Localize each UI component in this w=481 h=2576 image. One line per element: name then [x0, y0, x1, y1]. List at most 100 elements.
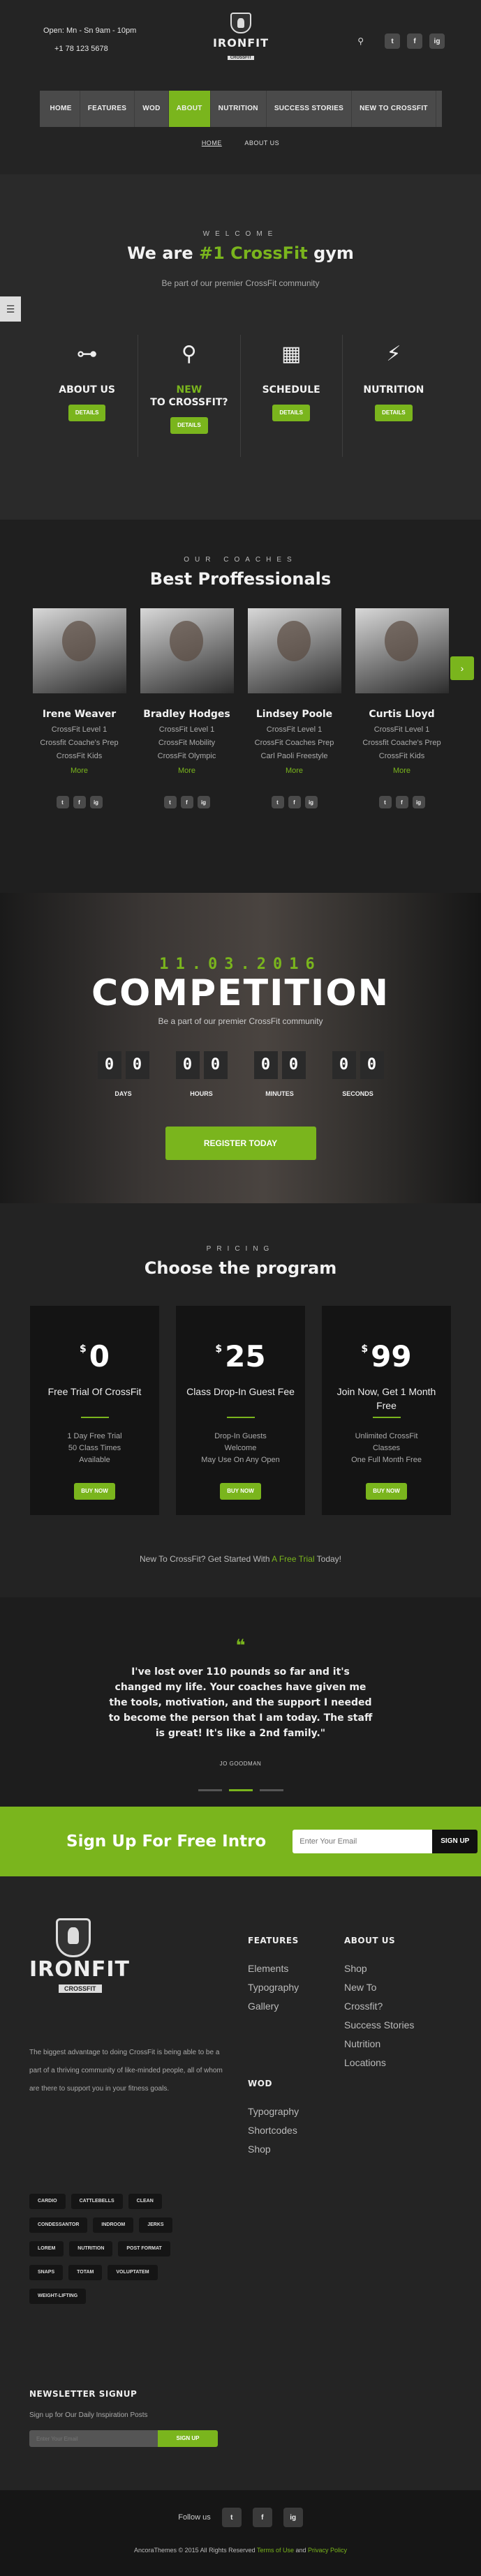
footer-link[interactable]: Elements: [248, 1959, 299, 1978]
footer-logo[interactable]: IRONFIT CROSSFIT: [29, 1918, 141, 1994]
site-logo[interactable]: IRONFIT CROSSFIT: [209, 13, 272, 62]
details-button[interactable]: DETAILS: [272, 405, 310, 421]
footer-link[interactable]: Gallery: [248, 1997, 299, 2016]
search-icon[interactable]: ⚲: [357, 36, 364, 46]
coach-name[interactable]: Curtis Lloyd: [355, 709, 449, 720]
twitter-icon[interactable]: t: [378, 796, 392, 808]
footer-link[interactable]: Locations: [344, 2054, 414, 2072]
coach-more-link[interactable]: More: [140, 767, 234, 775]
register-today-button[interactable]: REGISTER TODAY: [165, 1127, 316, 1160]
tag[interactable]: JERKS: [139, 2217, 172, 2233]
nav-item-home[interactable]: HOME: [43, 91, 80, 127]
twitter-icon[interactable]: t: [221, 2508, 242, 2527]
coach-social: t f ig: [355, 796, 449, 808]
coach-more-link[interactable]: More: [248, 767, 341, 775]
facebook-icon[interactable]: f: [288, 796, 301, 808]
coach-name[interactable]: Bradley Hodges: [140, 709, 234, 720]
instagram-icon[interactable]: ig: [412, 796, 425, 808]
details-button[interactable]: DETAILS: [68, 405, 106, 421]
details-button[interactable]: DETAILS: [170, 417, 208, 434]
buy-now-button[interactable]: BUY NOW: [74, 1483, 115, 1500]
instagram-icon[interactable]: ig: [283, 2508, 303, 2527]
facebook-icon[interactable]: f: [73, 796, 86, 808]
coach-more-link[interactable]: More: [355, 767, 449, 775]
buy-now-button[interactable]: BUY NOW: [366, 1483, 407, 1500]
coach-more-link[interactable]: More: [33, 767, 126, 775]
facebook-icon[interactable]: f: [180, 796, 193, 808]
footer-link[interactable]: Shortcodes: [248, 2121, 299, 2140]
instagram-icon[interactable]: ig: [304, 796, 318, 808]
slider-dot-active[interactable]: [228, 1789, 253, 1791]
countdown-timer: 00 DAYS 00 HOURS 00 MINUTES 00 SECONDS: [0, 1051, 481, 1097]
footer-link[interactable]: Typography: [248, 1978, 299, 1997]
coach-credential: Crossfit Coache's Prep: [40, 739, 119, 747]
menu-icon[interactable]: ☰: [0, 296, 21, 322]
countdown-digit: 0: [360, 1051, 384, 1079]
footer-link[interactable]: Shop: [344, 1959, 414, 1978]
instagram-icon[interactable]: ig: [429, 33, 445, 49]
facebook-icon[interactable]: f: [407, 33, 422, 49]
coach-photo: [32, 608, 126, 693]
coach-name[interactable]: Lindsey Poole: [248, 709, 341, 720]
nav-item-new-to-crossfit[interactable]: NEW TO CROSSFIT: [352, 91, 436, 127]
footer-link[interactable]: Crossfit?: [344, 1997, 414, 2016]
tag[interactable]: POST FORMAT: [118, 2241, 170, 2257]
footer-link[interactable]: Typography: [248, 2102, 299, 2121]
feature-title: NEW TO CROSSFIT?: [150, 384, 228, 408]
coach-credential: CrossFit Mobility: [158, 739, 216, 747]
newsletter-email-input[interactable]: [29, 2430, 158, 2447]
signup-email-input[interactable]: [293, 1830, 433, 1853]
welcome-title-accent: #1 CrossFit: [198, 243, 308, 263]
welcome-section: ☰ WELCOME We are #1 CrossFit gym Be part…: [0, 174, 481, 520]
countdown-digit: 0: [175, 1051, 200, 1079]
tag[interactable]: CLEAN: [128, 2194, 162, 2209]
instagram-icon[interactable]: ig: [197, 796, 210, 808]
free-trial-link[interactable]: A Free Trial: [272, 1554, 314, 1564]
carousel-next-arrow-icon[interactable]: ›: [450, 656, 474, 680]
tag[interactable]: CARDIO: [29, 2194, 66, 2209]
free-trial-note: New To CrossFit? Get Started With A Free…: [0, 1554, 481, 1564]
signup-button[interactable]: SIGN UP: [432, 1830, 478, 1853]
tag[interactable]: VOLUPTATEM: [108, 2265, 158, 2280]
calendar-icon: ▦: [281, 342, 302, 366]
tag[interactable]: CONDESSANTOR: [29, 2217, 88, 2233]
tag[interactable]: INDROOM: [93, 2217, 134, 2233]
twitter-icon[interactable]: t: [385, 33, 400, 49]
newsletter-signup-button[interactable]: SIGN UP: [158, 2430, 218, 2447]
tag[interactable]: CATTLEBELLS: [71, 2194, 123, 2209]
twitter-icon[interactable]: t: [56, 796, 69, 808]
breadcrumb-home-link[interactable]: HOME: [202, 140, 222, 146]
footer-link[interactable]: Nutrition: [344, 2035, 414, 2054]
slider-dot[interactable]: [198, 1789, 222, 1791]
tag[interactable]: NUTRITION: [69, 2241, 113, 2257]
details-button[interactable]: DETAILS: [375, 405, 413, 421]
tag[interactable]: LOREM: [29, 2241, 64, 2257]
footer-link[interactable]: Shop: [248, 2140, 299, 2159]
footer-link[interactable]: New To: [344, 1978, 414, 1997]
bottom-bar: Follow us t f ig AncoraThemes © 2015 All…: [0, 2490, 481, 2576]
footer-link[interactable]: Success Stories: [344, 2016, 414, 2035]
logo-subtitle: CROSSFIT: [227, 56, 255, 60]
nav-item-success-stories[interactable]: SUCCESS STORIES: [267, 91, 353, 127]
buy-now-button[interactable]: BUY NOW: [220, 1483, 261, 1500]
twitter-icon[interactable]: t: [163, 796, 177, 808]
tag[interactable]: WEIGHT-LIFTING: [29, 2289, 87, 2304]
nav-item-about[interactable]: ABOUT: [168, 91, 211, 127]
tag[interactable]: TOTAM: [68, 2265, 103, 2280]
twitter-icon[interactable]: t: [271, 796, 284, 808]
tag[interactable]: SNAPS: [29, 2265, 64, 2280]
nav-item-nutrition[interactable]: NUTRITION: [211, 91, 267, 127]
coach-list: Irene Weaver CrossFit Level 1 Crossfit C…: [0, 608, 481, 808]
countdown-label: MINUTES: [265, 1090, 294, 1097]
countdown-digit: 0: [253, 1051, 278, 1079]
facebook-icon[interactable]: f: [252, 2508, 272, 2527]
coach-name[interactable]: Irene Weaver: [33, 709, 126, 720]
instagram-icon[interactable]: ig: [89, 796, 103, 808]
slider-dot[interactable]: [259, 1789, 283, 1791]
nav-item-features[interactable]: FEATURES: [80, 91, 135, 127]
nav-item-wod[interactable]: WOD: [135, 91, 169, 127]
facebook-icon[interactable]: f: [395, 796, 408, 808]
countdown-hours: 00 HOURS: [175, 1051, 228, 1097]
feature-about-us: ⊶ ABOUT US DETAILS: [36, 335, 139, 457]
footer-column-title: WOD: [248, 2079, 272, 2088]
